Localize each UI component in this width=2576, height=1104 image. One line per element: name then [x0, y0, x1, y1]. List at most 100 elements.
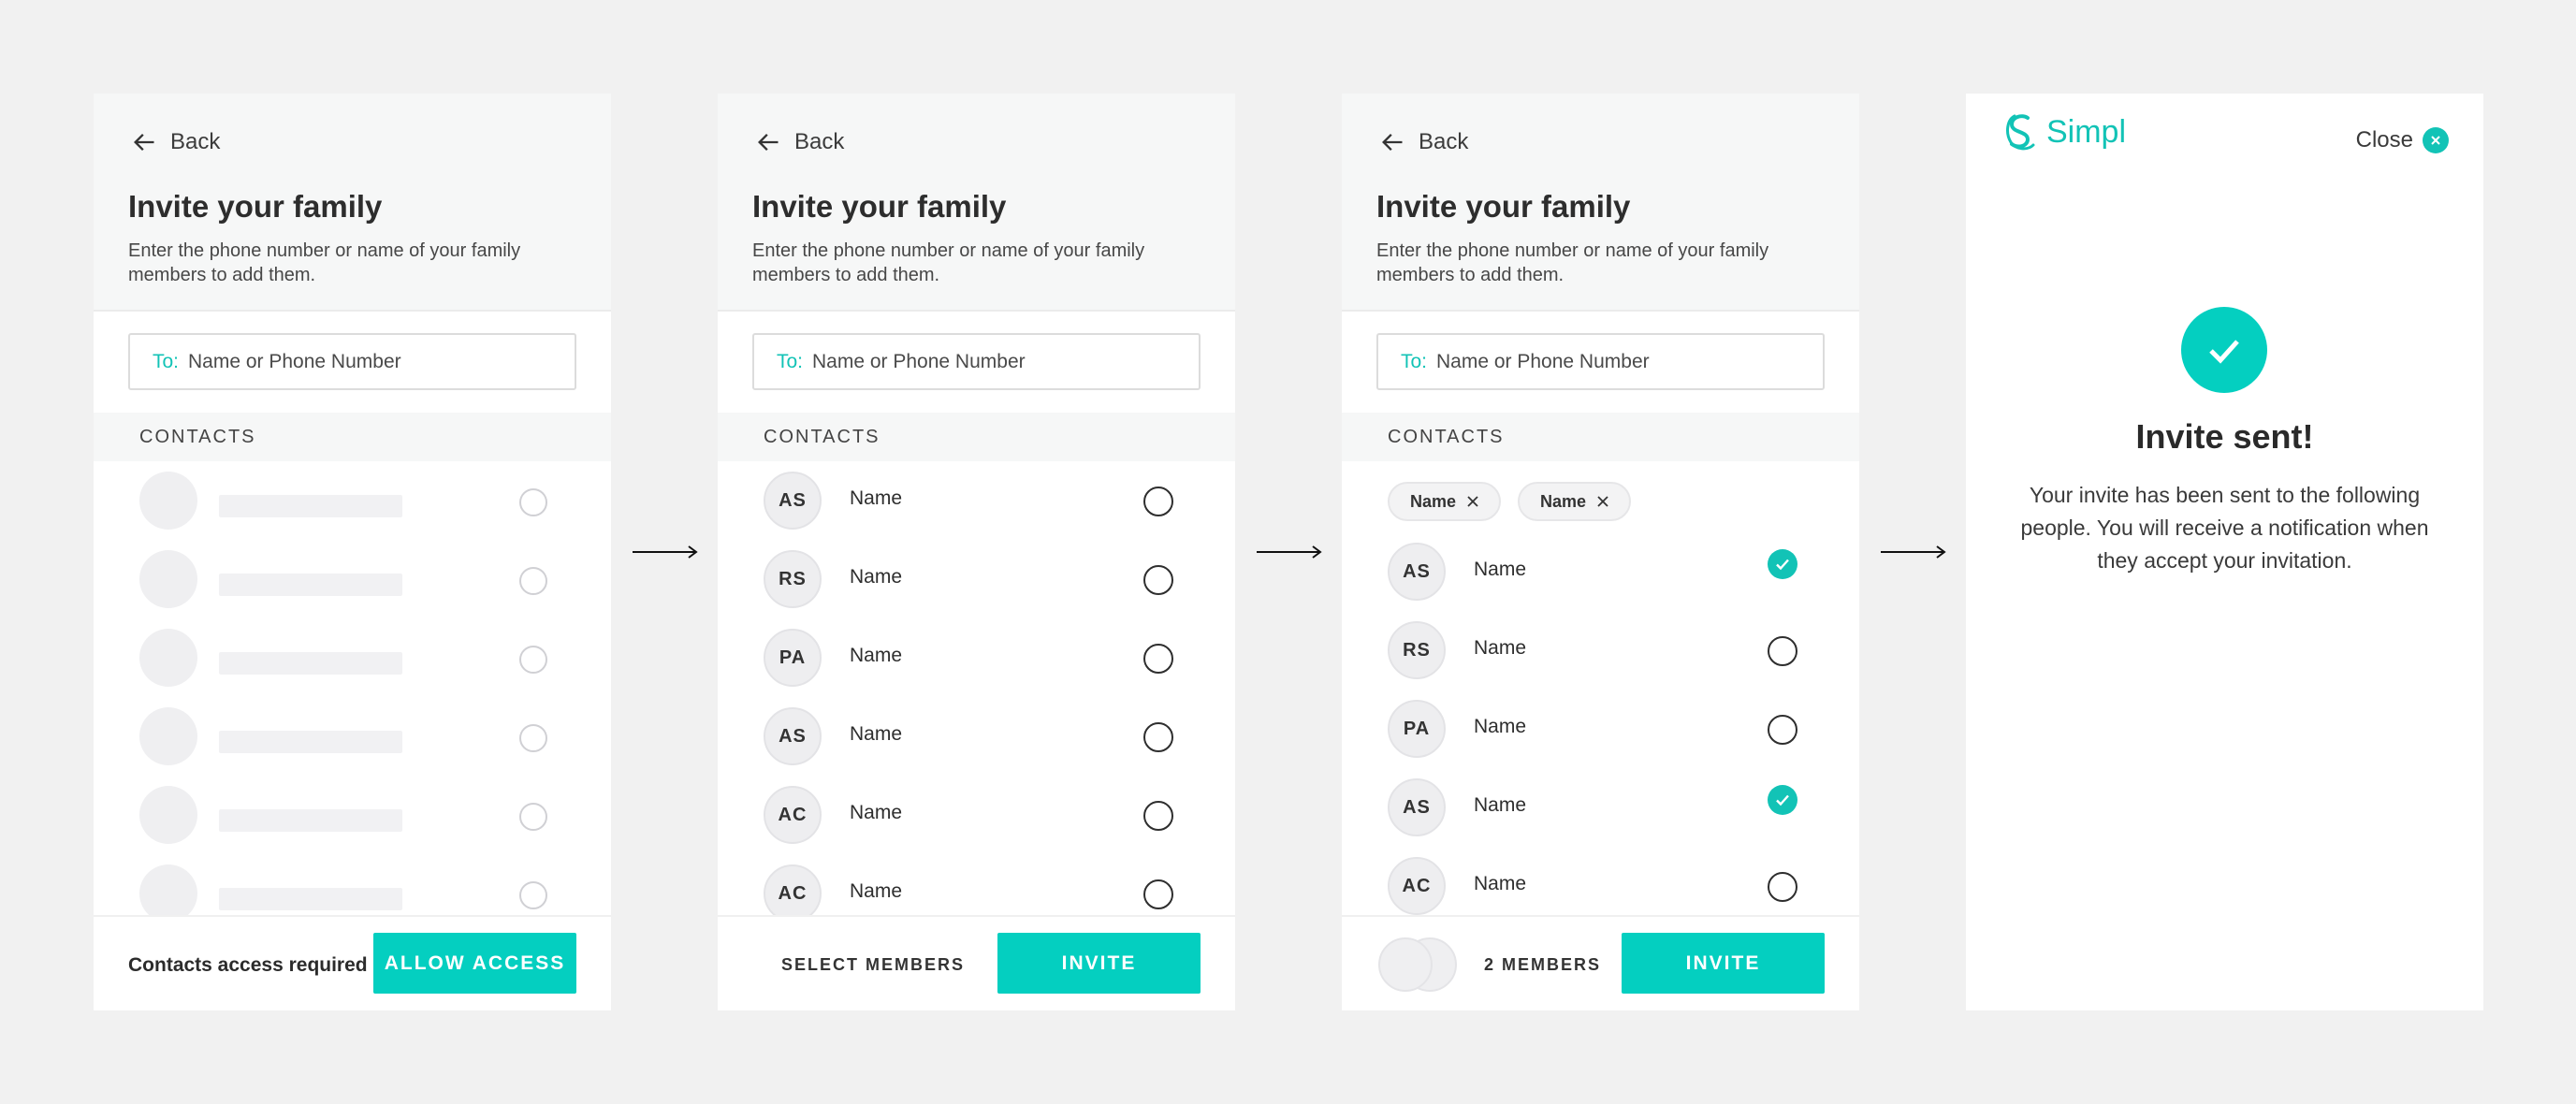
- page-title: Invite your family: [752, 189, 1007, 224]
- contact-name: Name: [850, 802, 903, 823]
- avatar: AS: [1388, 778, 1446, 836]
- avatar: [1378, 937, 1433, 992]
- select-radio[interactable]: [1143, 722, 1173, 752]
- avatar-placeholder: [139, 786, 197, 844]
- chip-label: Name: [1410, 491, 1457, 511]
- radio-placeholder: [519, 488, 547, 516]
- check-icon: [1776, 559, 1789, 571]
- avatar-placeholder: [139, 629, 197, 687]
- avatar-placeholder: [139, 707, 197, 765]
- select-radio-checked[interactable]: [1768, 785, 1797, 815]
- success-title: Invite sent!: [2135, 417, 2314, 456]
- footer-bar: Contacts access required ALLOW ACCESS: [94, 915, 611, 1010]
- skeleton-row: [94, 697, 611, 776]
- select-radio[interactable]: [1143, 644, 1173, 674]
- contacts-section-header: CONTACTS: [718, 413, 1235, 461]
- footer-bar: SELECT MEMBERS INVITE: [718, 915, 1235, 1010]
- check-icon: [1776, 794, 1789, 806]
- contact-name: Name: [850, 566, 903, 588]
- back-button[interactable]: Back: [131, 128, 220, 156]
- to-label: To:: [1401, 350, 1428, 372]
- recipient-field[interactable]: To:: [128, 333, 576, 390]
- contact-name: Name: [1474, 794, 1527, 816]
- name-placeholder: [219, 888, 402, 910]
- back-button[interactable]: Back: [1379, 128, 1468, 156]
- name-placeholder: [219, 731, 402, 753]
- invite-button[interactable]: INVITE: [1622, 933, 1825, 994]
- contact-row[interactable]: AS Name: [1342, 532, 1859, 611]
- screen-contacts-permission: Back Invite your family Enter the phone …: [94, 94, 611, 1010]
- select-radio[interactable]: [1768, 872, 1797, 902]
- selection-status: SELECT MEMBERS: [781, 955, 966, 974]
- skeleton-row: [94, 540, 611, 618]
- contact-row[interactable]: AS Name: [718, 697, 1235, 776]
- avatar: AC: [764, 786, 822, 844]
- avatar: RS: [764, 550, 822, 608]
- avatar-placeholder: [139, 472, 197, 530]
- chip-label: Name: [1540, 491, 1587, 511]
- allow-access-button[interactable]: ALLOW ACCESS: [373, 933, 576, 994]
- contact-name: Name: [850, 487, 903, 509]
- radio-placeholder: [519, 724, 547, 752]
- arrow-left-icon: [134, 134, 154, 151]
- brand-name: Simpl: [2046, 113, 2127, 150]
- selected-chip[interactable]: Name: [1518, 482, 1632, 521]
- contact-row[interactable]: AC Name: [718, 854, 1235, 915]
- select-radio-checked[interactable]: [1768, 549, 1797, 579]
- simpl-logo-icon: [2006, 114, 2035, 151]
- flow-canvas: Back Invite your family Enter the phone …: [0, 0, 2576, 1104]
- page-title: Invite your family: [128, 189, 383, 224]
- contact-list: AS Name RS Name PA Name AS Name AC Name AC Nam…: [718, 461, 1235, 915]
- selection-count: 2 MEMBERS: [1484, 955, 1602, 974]
- radio-placeholder: [519, 646, 547, 674]
- recipient-input[interactable]: [812, 350, 1169, 373]
- remove-icon[interactable]: [1467, 496, 1478, 507]
- avatar: RS: [1388, 621, 1446, 679]
- arrow-right-icon: [1257, 545, 1322, 559]
- contact-row[interactable]: RS Name: [1342, 611, 1859, 690]
- avatar: AS: [764, 707, 822, 765]
- contact-row[interactable]: AC Name: [1342, 847, 1859, 915]
- recipient-input[interactable]: [1436, 350, 1793, 373]
- back-label: Back: [794, 129, 845, 154]
- arrow-right-icon: [1881, 545, 1946, 559]
- brand-logo: Simpl: [2003, 112, 2126, 152]
- permission-message: Contacts access required: [128, 954, 368, 976]
- contact-row[interactable]: PA Name: [718, 618, 1235, 697]
- remove-icon[interactable]: [1597, 496, 1608, 507]
- recipient-input[interactable]: [188, 350, 545, 373]
- avatar-placeholder: [139, 864, 197, 915]
- recipient-field[interactable]: To:: [1376, 333, 1825, 390]
- recipient-field[interactable]: To:: [752, 333, 1201, 390]
- screen-invite-sent: Simpl Close Invite sent! Your invite has…: [1966, 94, 2483, 1010]
- avatar: AC: [764, 864, 822, 915]
- invite-button[interactable]: INVITE: [997, 933, 1201, 994]
- page-title: Invite your family: [1376, 189, 1631, 224]
- name-placeholder: [219, 495, 402, 517]
- back-button[interactable]: Back: [755, 128, 844, 156]
- contact-row[interactable]: RS Name: [718, 540, 1235, 618]
- contact-row[interactable]: AC Name: [718, 776, 1235, 854]
- select-radio[interactable]: [1768, 636, 1797, 666]
- select-radio[interactable]: [1143, 879, 1173, 909]
- select-radio[interactable]: [1143, 487, 1173, 516]
- select-radio[interactable]: [1143, 565, 1173, 595]
- contact-name: Name: [850, 723, 903, 745]
- selected-chip[interactable]: Name: [1388, 482, 1502, 521]
- select-radio[interactable]: [1768, 715, 1797, 745]
- select-radio[interactable]: [1143, 801, 1173, 831]
- name-placeholder: [219, 809, 402, 832]
- close-button[interactable]: Close: [2356, 127, 2449, 153]
- success-message: Your invite has been sent to the followi…: [2020, 483, 2429, 573]
- page-subtitle: Enter the phone number or name of your f…: [1376, 240, 1769, 285]
- close-label: Close: [2355, 127, 2413, 153]
- name-placeholder: [219, 652, 402, 675]
- contact-list: AS Name RS Name PA Name AS Name AC Name: [1342, 532, 1859, 915]
- screen-members-selected: Back Invite your family Enter the phone …: [1342, 94, 1859, 1010]
- contact-row[interactable]: AS Name: [1342, 768, 1859, 847]
- contact-row[interactable]: PA Name: [1342, 690, 1859, 768]
- contact-name: Name: [1474, 873, 1527, 894]
- radio-placeholder: [519, 567, 547, 595]
- close-icon[interactable]: [2423, 127, 2449, 153]
- contact-row[interactable]: AS Name: [718, 461, 1235, 540]
